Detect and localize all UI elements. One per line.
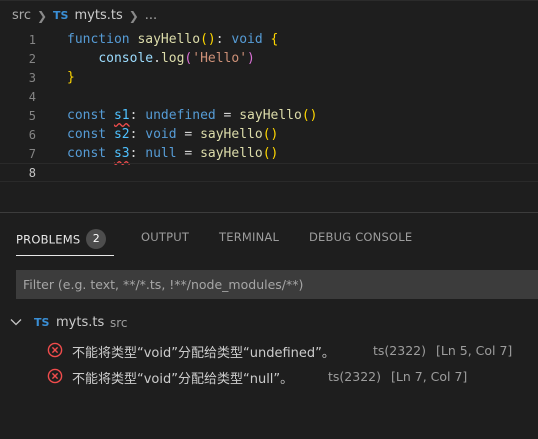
code-text: } [67,70,75,85]
error-icon [47,368,63,384]
tab-debug-console[interactable]: DEBUG CONSOLE [309,230,412,244]
problem-code: ts(2322) [328,369,381,384]
problem-file-dir: src [110,316,128,330]
typescript-file-icon: TS [53,9,69,22]
code-text: const s2: void = sayHello() [67,127,279,142]
problem-item[interactable]: 不能将类型“void”分配给类型“null”。 ts(2322) [Ln 7, … [0,365,538,387]
chevron-right-icon: ❯ [36,8,48,23]
tab-output[interactable]: OUTPUT [141,230,189,244]
line-number: 3 [28,70,36,85]
panel-tabs: PROBLEMS 2 OUTPUT TERMINAL DEBUG CONSOLE [0,213,538,261]
active-tab-indicator [16,255,114,256]
problem-code: ts(2322) [373,343,426,358]
tab-problems[interactable]: PROBLEMS 2 [16,229,107,250]
code-text: const s3: null = sayHello() [67,146,279,161]
code-text: console.log('Hello') [98,51,255,66]
breadcrumb-folder[interactable]: src [12,8,31,23]
error-icon [47,342,63,358]
problem-message: 不能将类型“void”分配给类型“undefined”。 [72,346,335,361]
problem-file-name: myts.ts [56,315,105,330]
tab-problems-label: PROBLEMS [16,232,81,247]
problem-position: [Ln 5, Col 7] [436,343,513,358]
bottom-panel: PROBLEMS 2 OUTPUT TERMINAL DEBUG CONSOLE … [0,212,538,439]
breadcrumb-file[interactable]: myts.ts [74,8,122,23]
line-number: 4 [28,89,36,104]
typescript-file-icon: TS [34,316,50,329]
code-line[interactable]: 1 function sayHello(): void { [0,30,538,49]
line-number: 7 [28,146,36,161]
breadcrumb: src ❯ TS myts.ts ❯ ... [0,0,538,30]
line-number: 2 [28,51,36,66]
line-number: 5 [28,108,36,123]
code-text: const s1: undefined = sayHello() [67,108,318,123]
code-text: function sayHello(): void { [67,32,279,47]
breadcrumb-symbols[interactable]: ... [145,8,157,23]
problems-count-badge: 2 [86,229,107,249]
problem-position: [Ln 7, Col 7] [391,369,468,384]
code-line[interactable]: 5 const s1: undefined = sayHello() [0,106,538,125]
chevron-right-icon: ❯ [128,8,139,23]
line-number: 1 [28,32,36,47]
code-line[interactable]: 3} [0,68,538,87]
code-line[interactable]: 8 [0,163,538,182]
code-line[interactable]: 7 const s3: null = sayHello() [0,144,538,163]
problem-message: 不能将类型“void”分配给类型“null”。 [72,372,294,387]
code-editor[interactable]: 1 function sayHello(): void { 2 console.lo… [0,30,538,185]
line-number: 6 [28,127,36,142]
code-line[interactable]: 2 console.log('Hello') [0,49,538,68]
problems-filter [16,270,538,299]
code-line[interactable]: 6 const s2: void = sayHello() [0,125,538,144]
filter-input[interactable] [17,271,537,298]
chevron-down-icon[interactable] [9,315,23,329]
problem-item[interactable]: 不能将类型“void”分配给类型“undefined”。 ts(2322) [L… [0,339,538,361]
line-number: 8 [28,165,36,180]
problems-file-group[interactable]: TS myts.ts src [0,312,538,334]
code-line[interactable]: 4 [0,87,538,106]
tab-terminal[interactable]: TERMINAL [219,230,279,244]
